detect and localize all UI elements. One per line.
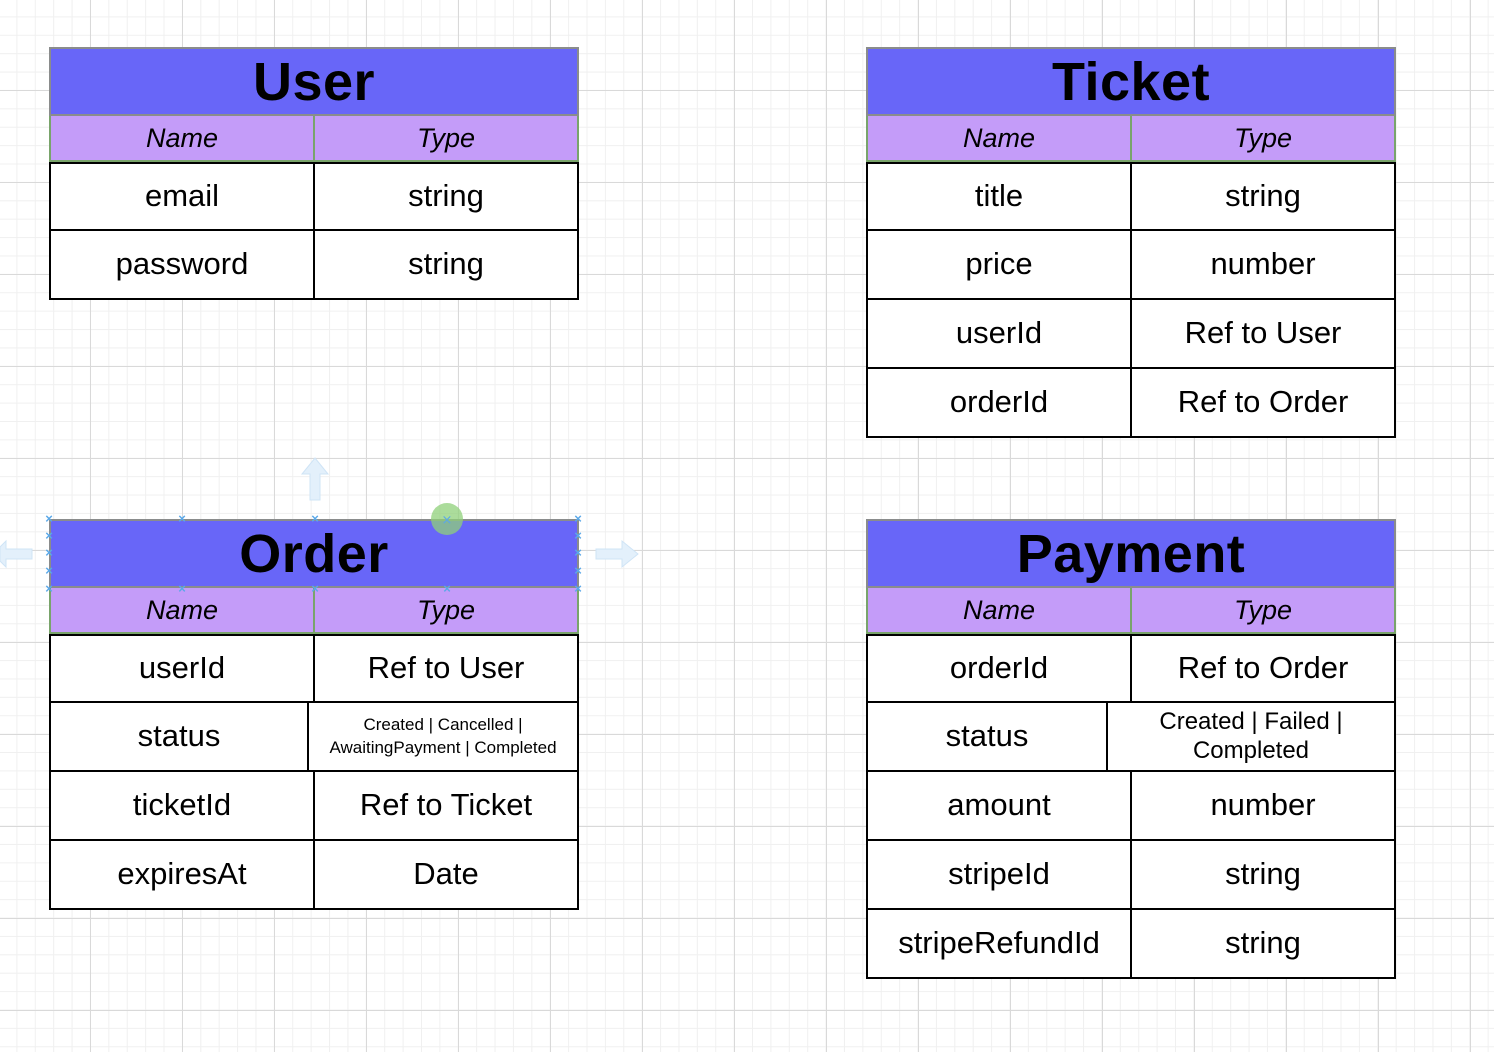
table-row: email string [49, 162, 579, 231]
field-name[interactable]: ticketId [49, 772, 315, 841]
field-name[interactable]: amount [866, 772, 1132, 841]
table-row: title string [866, 162, 1396, 231]
field-name[interactable]: email [49, 162, 315, 231]
table-row: userId Ref to User [49, 634, 579, 703]
column-header-name[interactable]: Name [49, 588, 315, 634]
column-header-row: Name Type [49, 116, 579, 162]
field-type[interactable]: Ref to Ticket [315, 772, 579, 841]
column-header-type[interactable]: Type [1132, 116, 1396, 162]
table-row: orderId Ref to Order [866, 634, 1396, 703]
column-header-row: Name Type [866, 116, 1396, 162]
table-row: amount number [866, 772, 1396, 841]
column-header-type[interactable]: Type [1132, 588, 1396, 634]
field-type[interactable]: string [1132, 162, 1396, 231]
entity-user[interactable]: User Name Type email string password str… [49, 47, 579, 300]
field-name[interactable]: status [866, 703, 1108, 772]
column-header-name[interactable]: Name [49, 116, 315, 162]
column-header-type[interactable]: Type [315, 588, 579, 634]
connect-arrow-icon[interactable] [594, 539, 640, 569]
field-type[interactable]: Ref to User [315, 634, 579, 703]
field-name[interactable]: orderId [866, 369, 1132, 438]
field-type[interactable]: Created | Cancelled | AwaitingPayment | … [309, 703, 579, 772]
table-row: expiresAt Date [49, 841, 579, 910]
field-name[interactable]: title [866, 162, 1132, 231]
entity-title[interactable]: Payment [866, 519, 1396, 588]
field-name[interactable]: expiresAt [49, 841, 315, 910]
entity-title[interactable]: Order [49, 519, 579, 588]
field-type[interactable]: string [315, 231, 579, 300]
column-header-name[interactable]: Name [866, 588, 1132, 634]
table-row: status Created | Failed | Completed [866, 703, 1396, 772]
column-header-name[interactable]: Name [866, 116, 1132, 162]
field-type[interactable]: string [1132, 910, 1396, 979]
field-type[interactable]: Created | Failed | Completed [1108, 703, 1396, 772]
field-type[interactable]: Ref to Order [1132, 369, 1396, 438]
entity-order[interactable]: Order Name Type userId Ref to User statu… [49, 519, 579, 910]
table-row: password string [49, 231, 579, 300]
field-type[interactable]: Ref to Order [1132, 634, 1396, 703]
table-row: status Created | Cancelled | AwaitingPay… [49, 703, 579, 772]
table-row: orderId Ref to Order [866, 369, 1396, 438]
field-name[interactable]: status [49, 703, 309, 772]
field-name[interactable]: stripeRefundId [866, 910, 1132, 979]
field-type[interactable]: Ref to User [1132, 300, 1396, 369]
entity-title[interactable]: User [49, 47, 579, 116]
connect-arrow-icon[interactable] [300, 456, 330, 502]
field-type[interactable]: string [315, 162, 579, 231]
field-name[interactable]: price [866, 231, 1132, 300]
field-name[interactable]: stripeId [866, 841, 1132, 910]
table-row: userId Ref to User [866, 300, 1396, 369]
entity-ticket[interactable]: Ticket Name Type title string price numb… [866, 47, 1396, 438]
column-header-row: Name Type [49, 588, 579, 634]
field-name[interactable]: userId [866, 300, 1132, 369]
column-header-type[interactable]: Type [315, 116, 579, 162]
table-row: price number [866, 231, 1396, 300]
field-name[interactable]: orderId [866, 634, 1132, 703]
table-row: ticketId Ref to Ticket [49, 772, 579, 841]
field-type[interactable]: number [1132, 772, 1396, 841]
entity-title[interactable]: Ticket [866, 47, 1396, 116]
field-type[interactable]: Date [315, 841, 579, 910]
field-name[interactable]: userId [49, 634, 315, 703]
table-row: stripeId string [866, 841, 1396, 910]
connect-arrow-icon[interactable] [0, 539, 34, 569]
column-header-row: Name Type [866, 588, 1396, 634]
field-type[interactable]: string [1132, 841, 1396, 910]
table-row: stripeRefundId string [866, 910, 1396, 979]
field-type[interactable]: number [1132, 231, 1396, 300]
field-name[interactable]: password [49, 231, 315, 300]
entity-payment[interactable]: Payment Name Type orderId Ref to Order s… [866, 519, 1396, 979]
